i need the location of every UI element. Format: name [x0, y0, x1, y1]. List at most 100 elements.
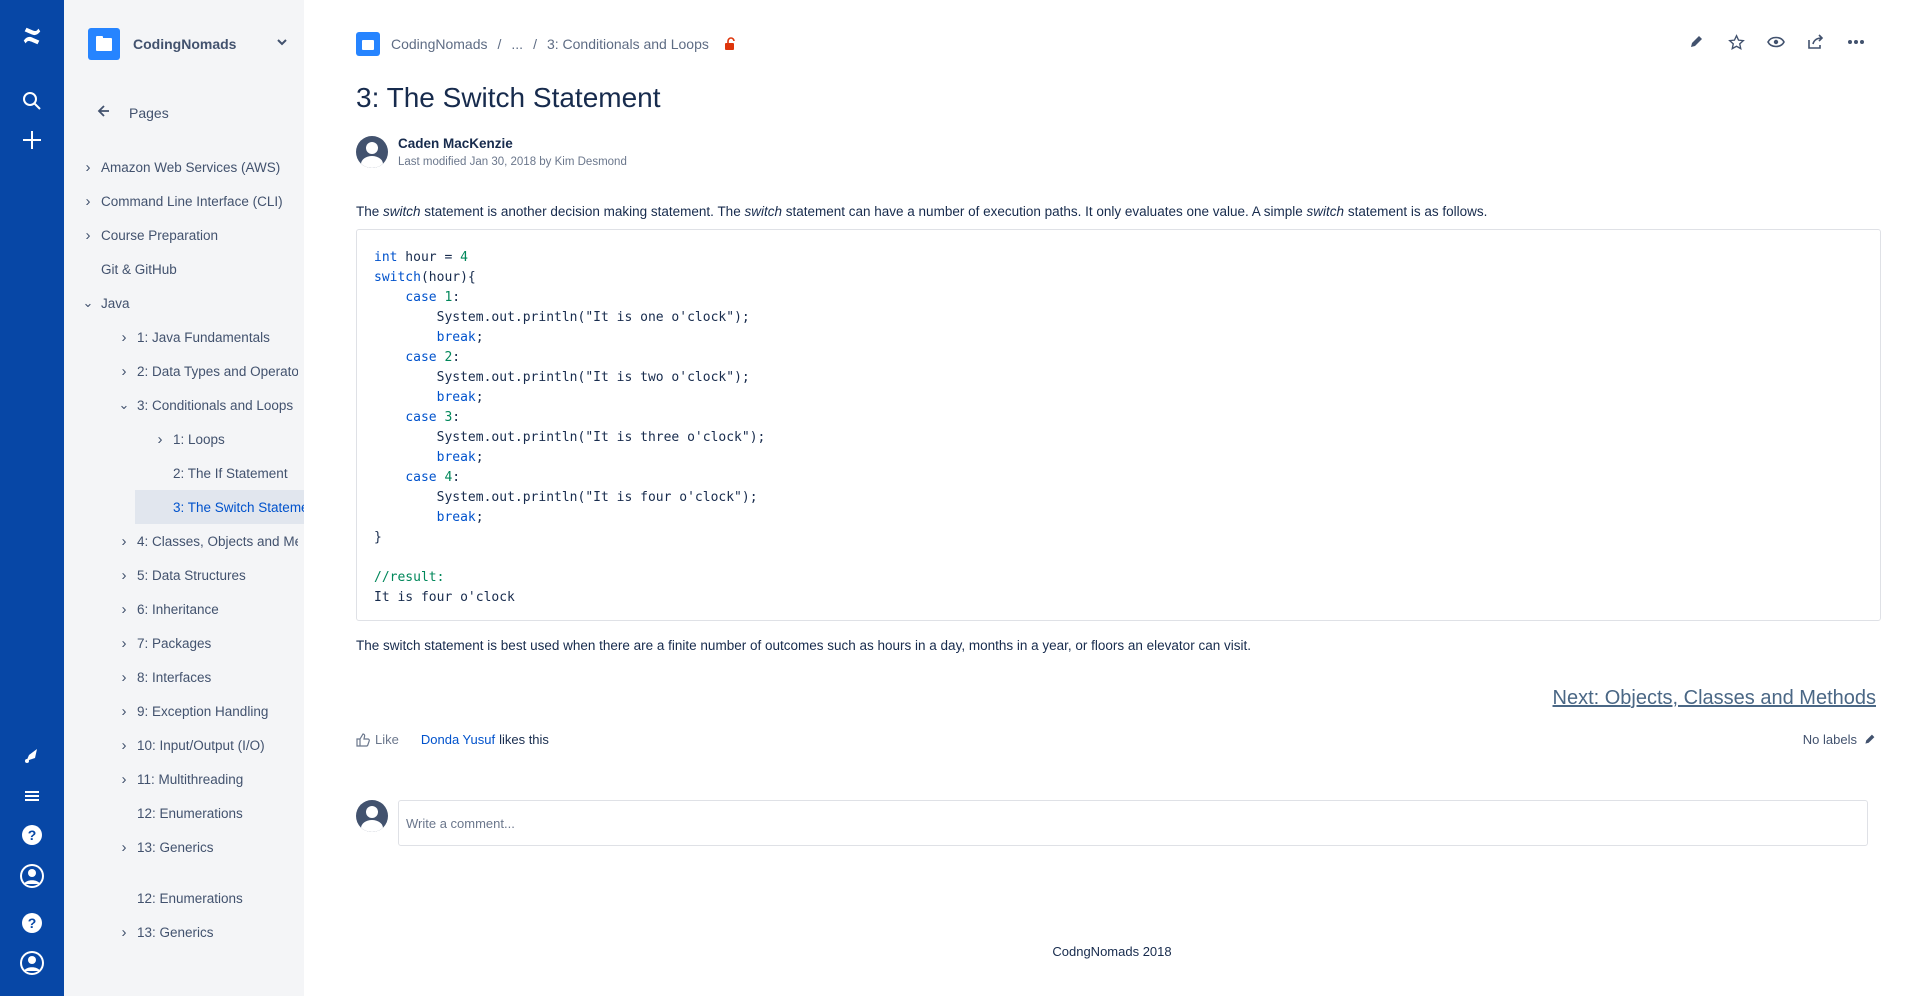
like-button[interactable]: Like: [356, 732, 399, 747]
page-tree-item[interactable]: 3: The Switch Statement: [135, 490, 304, 524]
chevron-right-icon[interactable]: ›: [115, 363, 133, 380]
breadcrumb-separator: /: [497, 36, 502, 52]
code-token: 3: [444, 410, 453, 425]
page-tree-item[interactable]: › 5: Data Structures: [115, 558, 298, 592]
edit-icon[interactable]: [1676, 28, 1716, 56]
chevron-down-icon[interactable]: ⌄: [79, 295, 97, 311]
breadcrumb-parent[interactable]: 3: Conditionals and Loops: [547, 36, 709, 52]
chevron-down-icon[interactable]: ⌄: [115, 397, 133, 413]
like-row: Like Donda Yusuf likes this: [356, 732, 549, 747]
breadcrumb: CodingNomads / ... / 3: Conditionals and…: [356, 30, 737, 58]
chevron-right-icon[interactable]: ›: [115, 533, 133, 550]
chevron-right-icon[interactable]: ›: [115, 737, 133, 754]
page-tree-item[interactable]: › Course Preparation: [79, 218, 298, 252]
page-tree-item[interactable]: › 1: Java Fundamentals: [115, 320, 298, 354]
thumbs-up-icon: [356, 732, 370, 747]
page-tree-item[interactable]: › 10: Input/Output (I/O): [115, 728, 298, 762]
chevron-right-icon[interactable]: ›: [115, 601, 133, 618]
confluence-logo-icon[interactable]: [16, 20, 48, 52]
comment-input[interactable]: [398, 800, 1868, 846]
chevron-right-icon[interactable]: ›: [151, 431, 169, 448]
chevron-right-icon[interactable]: ›: [115, 567, 133, 584]
like-label: Like: [375, 732, 399, 747]
more-icon[interactable]: [1836, 28, 1876, 56]
code-token: System.out.println(: [436, 370, 586, 385]
page-tree-item[interactable]: ⌄ 3: Conditionals and Loops: [115, 388, 298, 422]
page-tree-item[interactable]: › 9: Exception Handling: [115, 694, 298, 728]
create-icon[interactable]: [16, 124, 48, 156]
liker-name[interactable]: Donda Yusuf: [421, 732, 495, 747]
chevron-right-icon[interactable]: ›: [79, 159, 97, 176]
chevron-right-icon[interactable]: ›: [115, 669, 133, 686]
chevron-right-icon[interactable]: ›: [79, 227, 97, 244]
star-icon[interactable]: [1716, 28, 1756, 56]
share-icon[interactable]: [1796, 28, 1836, 56]
chevron-right-icon[interactable]: ›: [115, 329, 133, 346]
page-tree-label: Command Line Interface (CLI): [101, 193, 283, 209]
page-tree-item[interactable]: ⌄ Java: [79, 286, 298, 320]
chevron-right-icon[interactable]: ›: [115, 635, 133, 652]
page-tree-item[interactable]: 12: Enumerations: [115, 881, 298, 915]
code-block: int hour = 4 switch(hour){ case 1: Syste…: [356, 229, 1881, 621]
intro-emphasis: switch: [1306, 204, 1345, 219]
unlock-icon[interactable]: [723, 37, 737, 51]
avatar[interactable]: [356, 136, 388, 168]
watch-icon[interactable]: [1756, 28, 1796, 56]
page-tree-label: 10: Input/Output (I/O): [137, 737, 265, 753]
page-tree-item[interactable]: Git & GitHub: [79, 252, 298, 286]
page-tree-label: 13: Generics: [137, 839, 214, 855]
pages-back-link[interactable]: Pages: [97, 104, 169, 121]
chevron-right-icon[interactable]: ›: [115, 703, 133, 720]
code-token: System.out.println(: [436, 310, 586, 325]
page-tree-item[interactable]: › Command Line Interface (CLI): [79, 184, 298, 218]
breadcrumb-space[interactable]: CodingNomads: [391, 36, 488, 52]
page-tree-label: 11: Multithreading: [137, 771, 244, 787]
space-header[interactable]: CodingNomads: [88, 28, 288, 60]
page-tree-item[interactable]: › 8: Interfaces: [115, 660, 298, 694]
page-tree-item[interactable]: 2: The If Statement: [151, 456, 298, 490]
menu-icon[interactable]: [16, 780, 48, 812]
page-tree-label: 2: The If Statement: [173, 465, 288, 481]
edit-labels-icon[interactable]: [1863, 733, 1876, 746]
breadcrumb-ellipsis[interactable]: ...: [511, 36, 523, 52]
page-tree-label: Git & GitHub: [101, 261, 177, 277]
page-tree-item[interactable]: › 1: Loops: [151, 422, 298, 456]
page-tree-item[interactable]: › 7: Packages: [115, 626, 298, 660]
space-sidebar: CodingNomads Pages › Amazon Web Services …: [64, 0, 304, 996]
code-token: (hour){: [420, 270, 476, 285]
chevron-right-icon[interactable]: ›: [115, 771, 133, 788]
svg-text:?: ?: [28, 827, 37, 843]
page-tree-item[interactable]: › 13: Generics: [115, 830, 298, 864]
chevron-right-icon[interactable]: ›: [115, 924, 133, 941]
search-icon[interactable]: [16, 85, 48, 117]
intro-text: statement is as follows.: [1344, 204, 1488, 219]
feedback-icon[interactable]: [16, 740, 48, 772]
page-tree-label: 2: Data Types and Operators: [137, 363, 298, 379]
chevron-right-icon[interactable]: ›: [79, 193, 97, 210]
page-tree-item[interactable]: › Amazon Web Services (AWS): [79, 150, 298, 184]
last-modified[interactable]: Last modified Jan 30, 2018 by Kim Desmon…: [398, 156, 627, 168]
page-tree-label: 7: Packages: [137, 635, 212, 651]
profile-icon[interactable]: [16, 947, 48, 979]
page-tree-item[interactable]: › 11: Multithreading: [115, 762, 298, 796]
code-token: case: [405, 410, 437, 425]
page-tree-label: 4: Classes, Objects and Methods: [137, 533, 298, 549]
page-tree-item[interactable]: 12: Enumerations: [115, 796, 298, 830]
code-token: break: [436, 390, 476, 405]
chevron-right-icon[interactable]: ›: [115, 839, 133, 856]
page-tree-item[interactable]: ›4: Classes, Objects and Methods: [115, 524, 299, 558]
page-tree-label: 8: Interfaces: [137, 669, 212, 685]
avatar: [356, 800, 388, 832]
page-tree-label: Java: [101, 295, 130, 311]
page-tree-item[interactable]: › 13: Generics: [115, 915, 298, 949]
author-name[interactable]: Caden MacKenzie: [398, 136, 627, 151]
page-tree-item[interactable]: › 6: Inheritance: [115, 592, 298, 626]
breadcrumb-separator: /: [533, 36, 537, 52]
help-icon[interactable]: ?: [16, 819, 48, 851]
chevron-down-icon[interactable]: [276, 36, 288, 51]
page-tree-item[interactable]: › 2: Data Types and Operators: [115, 354, 299, 388]
next-page-link[interactable]: Next: Objects, Classes and Methods: [1553, 687, 1876, 710]
code-content: int hour = 4 switch(hour){ case 1: Syste…: [374, 250, 766, 605]
profile-icon[interactable]: [16, 860, 48, 892]
help-icon[interactable]: ?: [16, 907, 48, 939]
